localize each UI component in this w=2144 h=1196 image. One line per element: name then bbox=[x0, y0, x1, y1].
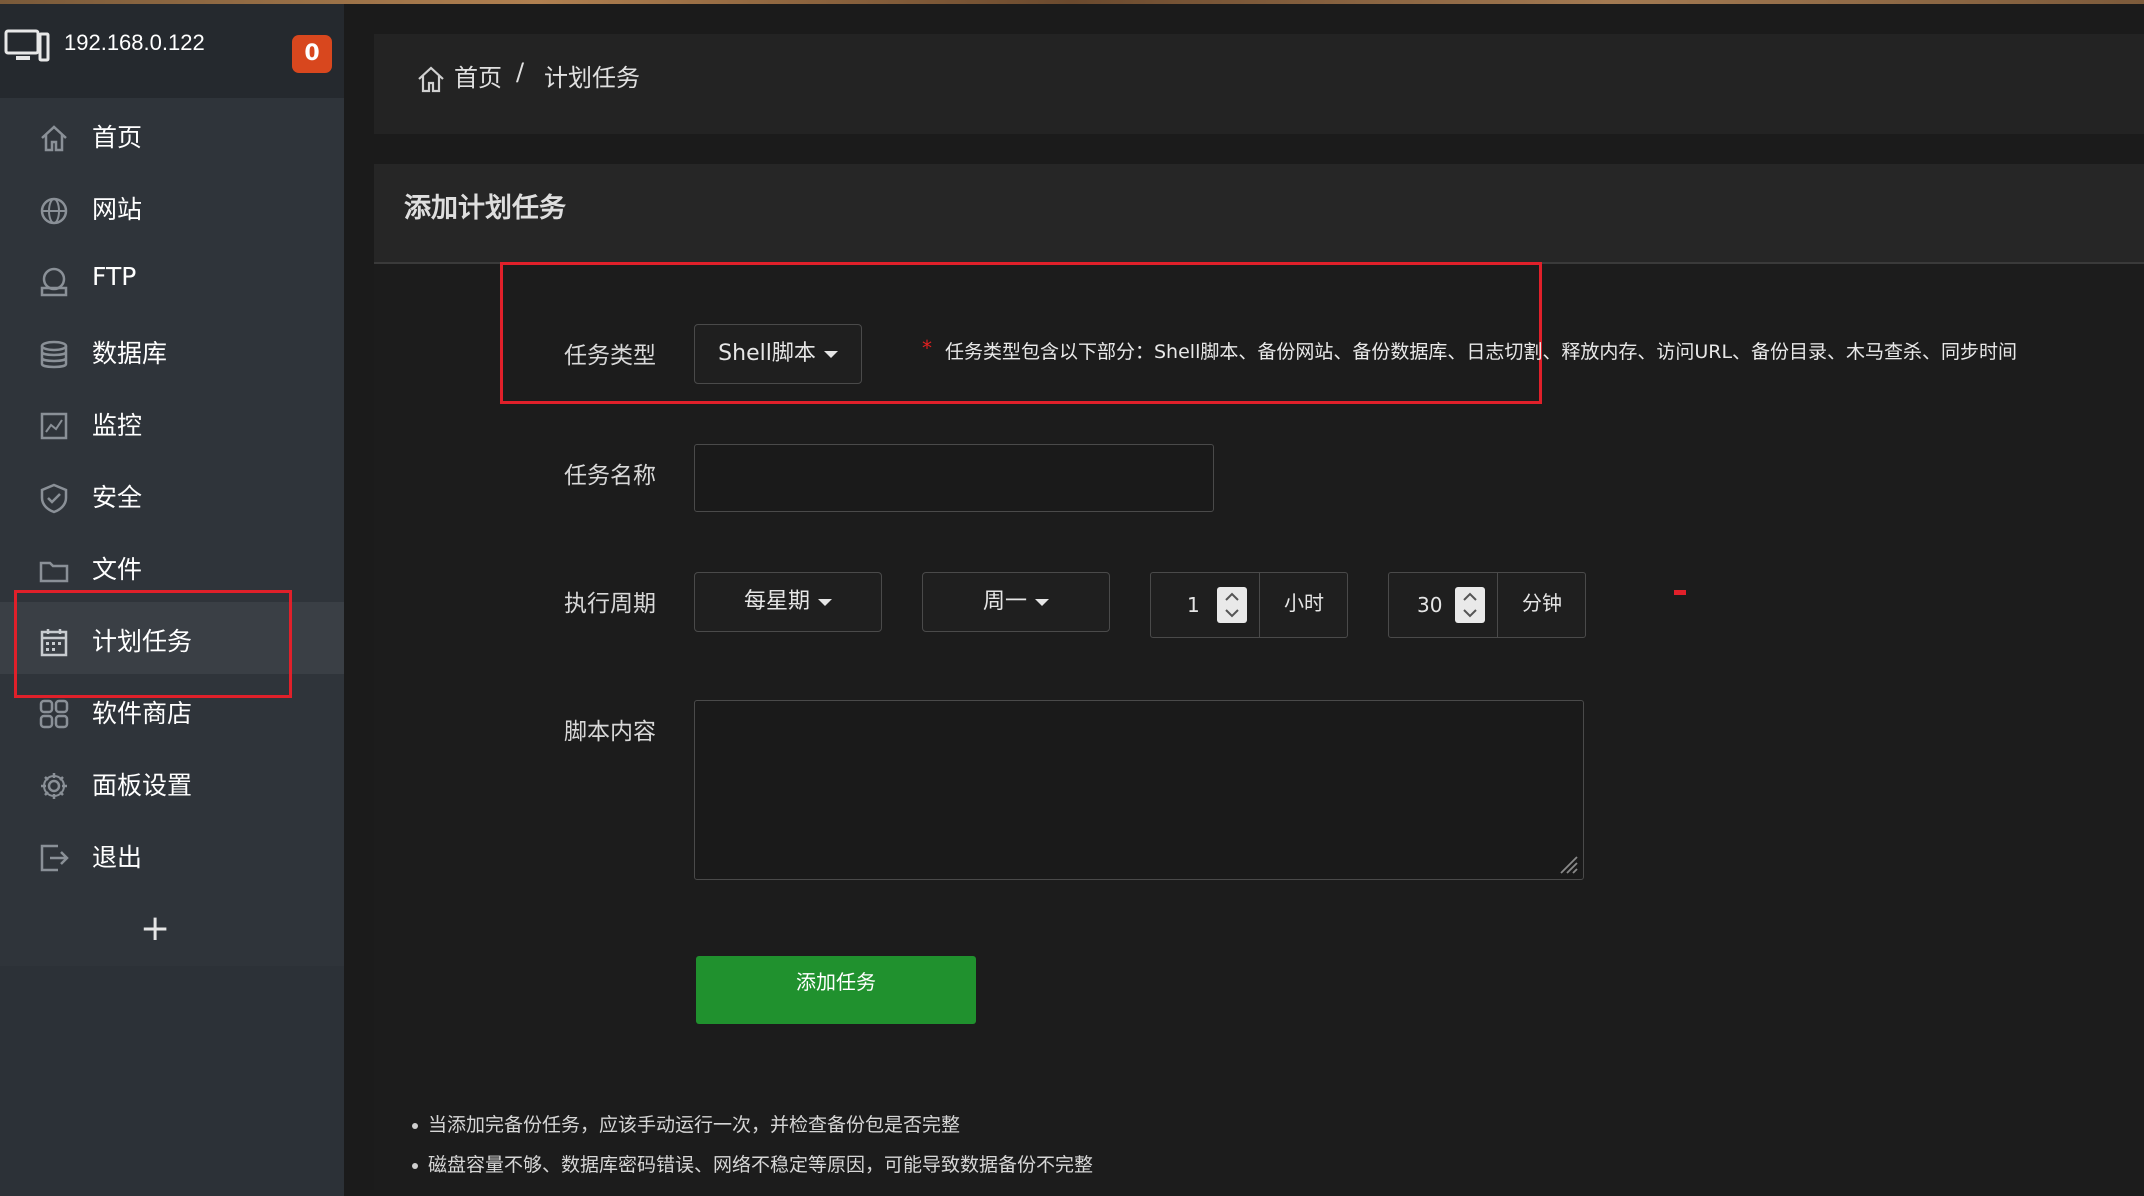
period-type-value: 每星期 bbox=[743, 589, 810, 614]
task-type-hint: 任务类型包含以下部分：Shell脚本、备份网站、备份数据库、日志切割、释放内存、… bbox=[945, 341, 2018, 363]
caret-down-icon bbox=[1035, 598, 1049, 606]
sidebar-item-label: 首页 bbox=[92, 123, 143, 152]
minute-unit: 分钟 bbox=[1497, 573, 1585, 637]
sidebar-item-settings[interactable]: 面板设置 bbox=[0, 746, 344, 818]
chevron-up-icon bbox=[1225, 592, 1239, 601]
add-task-button[interactable]: 添加任务 bbox=[696, 956, 976, 1024]
sidebar-item-label: 监控 bbox=[92, 411, 143, 440]
chevron-down-icon bbox=[1463, 609, 1477, 618]
home-icon bbox=[41, 125, 67, 152]
sidebar-item-security[interactable]: 安全 bbox=[0, 458, 344, 530]
sidebar-item-monitor[interactable]: 监控 bbox=[0, 386, 344, 458]
breadcrumb-separator: / bbox=[516, 58, 525, 86]
database-icon bbox=[40, 340, 68, 369]
caret-down-icon bbox=[823, 350, 838, 358]
sidebar-footer bbox=[0, 966, 344, 1196]
period-type-dropdown[interactable]: 每星期 bbox=[694, 572, 882, 632]
add-shortcut-button[interactable]: + bbox=[0, 894, 344, 966]
task-name-input[interactable] bbox=[694, 444, 1214, 512]
hour-input[interactable]: 1 bbox=[1187, 593, 1200, 617]
required-marker: * bbox=[922, 336, 932, 360]
weekday-value: 周一 bbox=[982, 589, 1027, 614]
hour-input-group: 1 小时 bbox=[1150, 572, 1348, 638]
caret-down-icon bbox=[818, 598, 832, 606]
sidebar-item-label: 软件商店 bbox=[92, 699, 193, 728]
resize-handle-icon[interactable] bbox=[1557, 853, 1579, 875]
script-label: 脚本内容 bbox=[564, 719, 656, 745]
minute-spinner[interactable] bbox=[1455, 587, 1485, 623]
sidebar-item-home[interactable]: 首页 bbox=[0, 98, 344, 170]
tip-text: 磁盘容量不够、数据库密码错误、网络不稳定等原因，可能导致数据备份不完整 bbox=[428, 1154, 1094, 1176]
sidebar-header: 192.168.0.122 0 bbox=[0, 4, 344, 98]
sidebar-item-label: FTP bbox=[92, 262, 137, 291]
sidebar-item-label: 网站 bbox=[92, 195, 143, 224]
home-icon bbox=[418, 66, 444, 93]
task-type-dropdown[interactable]: Shell脚本 bbox=[694, 324, 862, 384]
notification-badge[interactable]: 0 bbox=[292, 35, 332, 73]
minute-input[interactable]: 30 bbox=[1417, 593, 1442, 617]
gear-icon bbox=[41, 773, 67, 799]
server-monitor-icon bbox=[4, 29, 50, 62]
task-name-label: 任务名称 bbox=[564, 463, 656, 489]
tip-item: 磁盘容量不够、数据库密码错误、网络不稳定等原因，可能导致数据备份不完整 bbox=[412, 1150, 1093, 1177]
sidebar-item-label: 文件 bbox=[92, 555, 143, 584]
ftp-icon bbox=[40, 267, 68, 297]
red-marker bbox=[1674, 590, 1686, 595]
breadcrumb: 首页 / 计划任务 bbox=[374, 34, 2144, 134]
highlight-box-task-type bbox=[500, 262, 1542, 404]
script-textarea[interactable] bbox=[694, 700, 1584, 880]
sidebar-item-label: 安全 bbox=[92, 483, 143, 512]
hour-unit: 小时 bbox=[1259, 573, 1347, 637]
panel-header: 添加计划任务 bbox=[374, 164, 2144, 264]
breadcrumb-home-link[interactable]: 首页 bbox=[454, 58, 502, 93]
bullet-icon bbox=[412, 1162, 418, 1169]
tip-text: 当添加完备份任务，应该手动运行一次，并检查备份包是否完整 bbox=[428, 1114, 961, 1136]
monitor-chart-icon bbox=[40, 412, 68, 440]
folder-icon bbox=[39, 561, 69, 583]
chevron-down-icon bbox=[1225, 609, 1239, 618]
sidebar-item-logout[interactable]: 退出 bbox=[0, 818, 344, 890]
task-type-label: 任务类型 bbox=[564, 343, 656, 369]
sidebar-item-label: 数据库 bbox=[92, 339, 168, 368]
weekday-dropdown[interactable]: 周一 bbox=[922, 572, 1110, 632]
globe-icon bbox=[40, 197, 68, 225]
page-title: 添加计划任务 bbox=[404, 193, 566, 224]
task-type-value: Shell脚本 bbox=[718, 341, 816, 366]
sidebar-item-website[interactable]: 网站 bbox=[0, 170, 344, 242]
breadcrumb-current: 计划任务 bbox=[544, 64, 640, 92]
bullet-icon bbox=[412, 1122, 418, 1129]
shield-icon bbox=[40, 483, 68, 514]
plus-icon: + bbox=[140, 908, 171, 949]
server-address: 192.168.0.122 bbox=[64, 30, 205, 55]
apps-grid-icon bbox=[39, 699, 69, 729]
tip-item: 当添加完备份任务，应该手动运行一次，并检查备份包是否完整 bbox=[412, 1110, 960, 1137]
sidebar-item-database[interactable]: 数据库 bbox=[0, 314, 344, 386]
chevron-up-icon bbox=[1463, 592, 1477, 601]
hour-spinner[interactable] bbox=[1217, 587, 1247, 623]
period-label: 执行周期 bbox=[564, 591, 656, 617]
highlight-box-cron-nav bbox=[14, 590, 292, 698]
sidebar-item-label: 退出 bbox=[92, 843, 143, 872]
minute-input-group: 30 分钟 bbox=[1388, 572, 1586, 638]
sidebar-item-ftp[interactable]: FTP bbox=[0, 242, 344, 314]
logout-icon bbox=[40, 844, 69, 872]
sidebar-item-label: 面板设置 bbox=[92, 771, 193, 800]
sidebar-menu: 首页 网站 FTP 数据库 监控 安全 文件 计划任务 软件商店 面板设置 退出 bbox=[0, 98, 344, 894]
